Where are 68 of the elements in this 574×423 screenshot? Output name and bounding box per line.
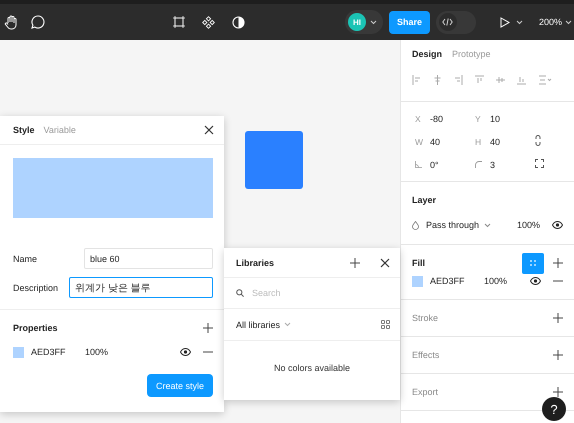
plus-icon[interactable] bbox=[553, 313, 563, 323]
contrast-icon[interactable] bbox=[232, 16, 246, 28]
color-swatch[interactable] bbox=[412, 276, 423, 286]
empty-message: No colors available bbox=[274, 363, 350, 373]
expand-corners-icon[interactable] bbox=[535, 159, 544, 168]
field-label: X bbox=[415, 114, 422, 124]
grid-view-icon[interactable] bbox=[381, 320, 390, 329]
section-title: Fill bbox=[412, 258, 425, 268]
section-title: Properties bbox=[13, 323, 58, 333]
blend-icon[interactable] bbox=[412, 220, 419, 230]
minus-icon[interactable] bbox=[553, 280, 563, 282]
field-label: Name bbox=[13, 254, 38, 264]
field-value[interactable]: 40 bbox=[490, 136, 500, 146]
help-button[interactable]: ? bbox=[542, 397, 566, 421]
library-filter-dropdown[interactable]: All libraries bbox=[236, 320, 373, 330]
color-hex[interactable]: AED3FF bbox=[430, 276, 484, 286]
chevron-down-icon[interactable] bbox=[370, 20, 377, 24]
field-value[interactable]: 0° bbox=[430, 160, 439, 170]
field-label: W bbox=[415, 136, 422, 146]
search-icon bbox=[236, 289, 244, 297]
field-value[interactable]: -80 bbox=[430, 114, 444, 124]
field-label: Y bbox=[475, 114, 482, 124]
link-icon[interactable] bbox=[535, 135, 541, 146]
plus-icon[interactable] bbox=[203, 323, 213, 333]
field-label: H bbox=[475, 136, 482, 146]
comment-icon[interactable] bbox=[31, 15, 45, 29]
eye-icon[interactable] bbox=[530, 277, 541, 285]
component-icon[interactable] bbox=[202, 16, 216, 28]
corner-radius-icon bbox=[475, 161, 482, 168]
hand-icon[interactable] bbox=[4, 14, 19, 30]
panel-tab[interactable]: Design bbox=[412, 49, 442, 69]
eye-icon[interactable] bbox=[180, 348, 191, 356]
chevron-down-icon[interactable] bbox=[565, 20, 572, 24]
blend-mode-dropdown[interactable]: Pass through bbox=[426, 220, 492, 230]
field-value[interactable]: 3 bbox=[490, 160, 496, 170]
color-swatch[interactable] bbox=[13, 346, 24, 358]
rotation-icon bbox=[415, 161, 422, 168]
dialog-title: Libraries bbox=[236, 258, 276, 268]
section-title: Effects bbox=[412, 350, 440, 360]
plus-icon[interactable] bbox=[553, 350, 563, 360]
section-title: Layer bbox=[412, 195, 436, 205]
opacity-value[interactable]: 100% bbox=[85, 347, 108, 357]
play-icon[interactable] bbox=[500, 16, 510, 28]
field-value[interactable]: 40 bbox=[430, 136, 440, 146]
code-icon bbox=[442, 18, 454, 26]
frame-icon[interactable] bbox=[173, 16, 186, 28]
opacity-value[interactable]: 100% bbox=[484, 276, 508, 286]
field-value[interactable]: 10 bbox=[490, 114, 500, 124]
plus-icon[interactable] bbox=[350, 258, 360, 268]
dialog-tab[interactable]: Style bbox=[13, 125, 35, 135]
description-field[interactable]: 위계가 낮은 블루 bbox=[69, 277, 213, 298]
zoom-menu[interactable]: 200% bbox=[538, 17, 572, 27]
eye-icon[interactable] bbox=[552, 221, 563, 229]
opacity-value[interactable]: 100% bbox=[516, 220, 540, 230]
plus-icon[interactable] bbox=[553, 387, 563, 397]
name-field[interactable]: blue 60 bbox=[84, 248, 213, 269]
minus-icon[interactable] bbox=[203, 351, 213, 353]
avatar: HI bbox=[348, 13, 366, 31]
close-icon[interactable] bbox=[204, 125, 214, 135]
field-label: Description bbox=[13, 282, 60, 292]
section-title: Stroke bbox=[412, 313, 438, 323]
color-hex[interactable]: AED3FF bbox=[31, 347, 85, 357]
close-icon[interactable] bbox=[380, 258, 390, 268]
section-title: Export bbox=[412, 387, 438, 397]
plus-icon[interactable] bbox=[553, 258, 563, 268]
chevron-down-icon[interactable] bbox=[516, 20, 523, 24]
grid-dots-icon bbox=[530, 260, 536, 266]
code-toggle[interactable] bbox=[436, 10, 476, 34]
